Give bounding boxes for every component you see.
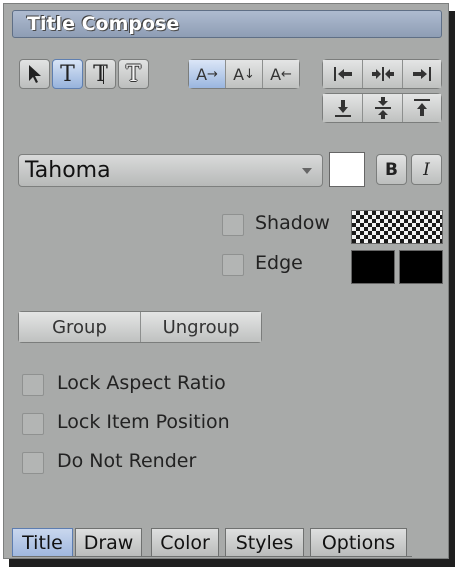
align-top-button[interactable] [403, 94, 441, 122]
tab-styles[interactable]: Styles [225, 528, 304, 557]
grouping-buttons: Group Ungroup [18, 311, 262, 343]
align-right-button[interactable] [403, 60, 441, 88]
direction-glyph: A [233, 64, 245, 84]
text-cursor-icon [103, 66, 104, 84]
align-right-icon [413, 67, 431, 81]
align-left-icon [333, 67, 352, 81]
tab-options[interactable]: Options [310, 528, 407, 557]
align-center-vertical-button[interactable] [363, 94, 403, 122]
direction-glyph: A [270, 64, 282, 84]
font-family-dropdown[interactable]: Tahoma [18, 154, 323, 187]
outline-text-glyph: T [126, 61, 141, 87]
arrow-down-icon: ↓ [244, 66, 255, 82]
do-not-render-label: Do Not Render [57, 450, 197, 472]
text-tool-button[interactable]: T [52, 59, 83, 89]
font-color-swatch[interactable] [329, 152, 365, 187]
text-direction-group: A → A ↓ A ← [188, 59, 300, 89]
selection-tool-button[interactable] [19, 59, 50, 89]
edge-label: Edge [255, 252, 303, 274]
shadow-checkbox[interactable] [222, 214, 244, 236]
horizontal-align-group [322, 59, 442, 89]
lock-item-position-checkbox[interactable] [22, 413, 44, 435]
align-bottom-icon [334, 100, 351, 117]
align-center-horizontal-button[interactable] [363, 60, 403, 88]
arrow-right-icon: → [207, 66, 218, 82]
ungroup-label: Ungroup [162, 316, 240, 338]
title-compose-panel: Title Compose T T T A → A ↓ A ← Tahoma B… [3, 3, 449, 559]
checker-pattern-icon [352, 211, 442, 243]
text-direction-down-button[interactable]: A ↓ [226, 60, 263, 88]
group-button[interactable]: Group [19, 312, 141, 342]
align-left-button[interactable] [323, 60, 363, 88]
shadow-color-swatch[interactable] [351, 210, 443, 244]
panel-title: Title Compose [12, 10, 442, 38]
align-bottom-button[interactable] [323, 94, 363, 122]
tab-strip-divider [12, 556, 412, 557]
chevron-down-icon [302, 168, 312, 174]
group-label: Group [52, 316, 107, 338]
text-direction-left-button[interactable]: A ← [263, 60, 299, 88]
italic-label: I [423, 159, 430, 180]
arrow-left-icon: ← [281, 66, 292, 82]
bold-label: B [385, 159, 398, 180]
align-top-icon [414, 99, 430, 116]
vertical-text-tool-button[interactable]: T [85, 59, 116, 89]
direction-glyph: A [196, 64, 208, 84]
outline-text-tool-button[interactable]: T [118, 59, 149, 89]
lock-aspect-ratio-checkbox[interactable] [22, 374, 44, 396]
align-center-vertical-icon [374, 97, 391, 119]
do-not-render-checkbox[interactable] [22, 452, 44, 474]
edge-color-swatch-2[interactable] [399, 250, 443, 284]
shadow-label: Shadow [255, 212, 330, 234]
text-direction-right-button[interactable]: A → [189, 60, 226, 88]
text-tool-glyph: T [60, 61, 75, 87]
edge-checkbox[interactable] [222, 254, 244, 276]
font-family-value: Tahoma [25, 158, 111, 183]
italic-button[interactable]: I [411, 154, 442, 185]
tab-color[interactable]: Color [151, 528, 219, 557]
tab-draw[interactable]: Draw [75, 528, 142, 557]
vertical-align-group [322, 93, 442, 123]
edge-color-swatch-1[interactable] [351, 250, 395, 284]
arrow-pointer-icon [28, 65, 41, 83]
lock-item-position-label: Lock Item Position [57, 411, 230, 433]
bold-button[interactable]: B [376, 154, 407, 185]
tab-title[interactable]: Title [12, 528, 73, 557]
align-center-horizontal-icon [371, 67, 394, 81]
ungroup-button[interactable]: Ungroup [141, 312, 261, 342]
lock-aspect-ratio-label: Lock Aspect Ratio [57, 372, 226, 394]
vertical-text-glyph: T [93, 61, 108, 87]
